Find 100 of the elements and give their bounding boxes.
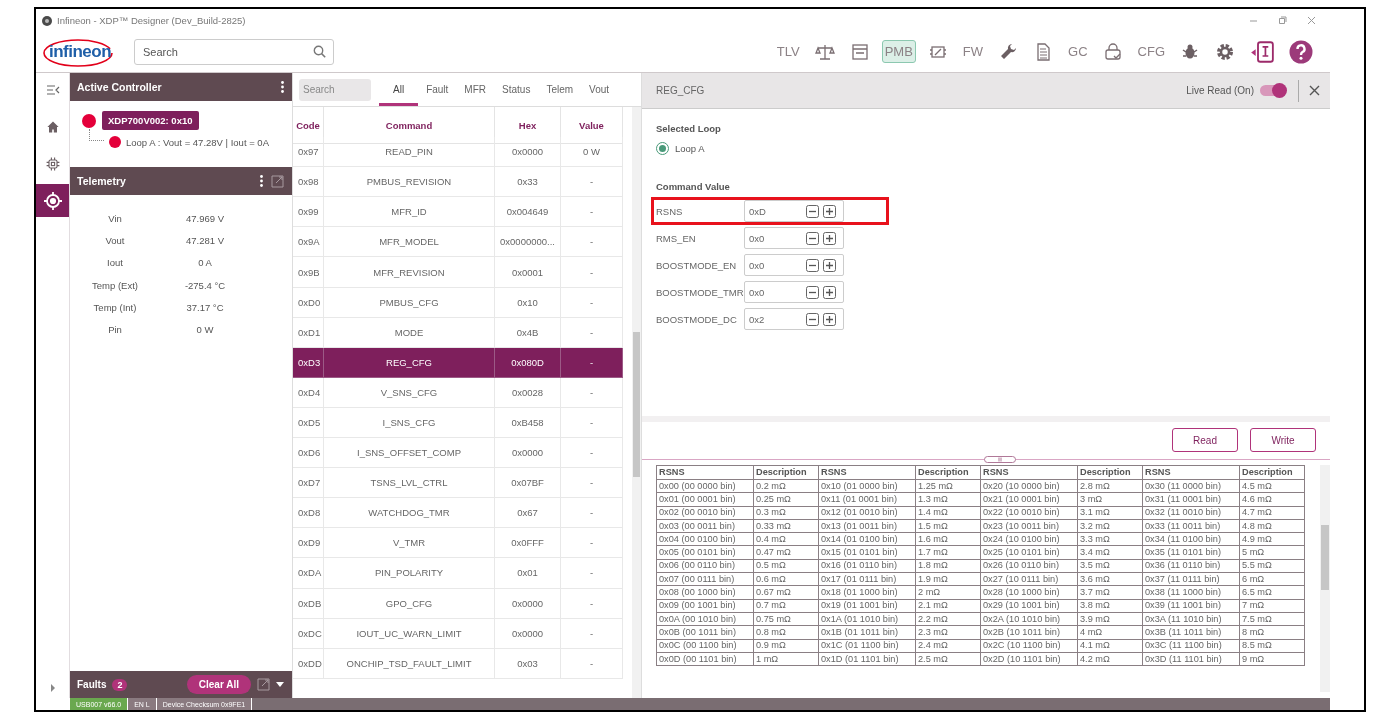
clear-all-button[interactable]: Clear All [186,675,251,694]
toolbar-tab[interactable]: FW [959,40,987,63]
caret-icon[interactable] [276,682,284,687]
table-cell[interactable]: 0xD3 [293,347,324,378]
minus-icon[interactable] [806,204,819,218]
table-cell[interactable]: - [561,167,623,198]
input-field[interactable]: 0x0 [744,254,844,276]
action-button[interactable]: Write [1250,428,1316,452]
table-cell[interactable]: - [561,347,623,378]
plus-icon[interactable] [823,285,836,299]
table-cell[interactable]: - [561,197,623,228]
table-cell[interactable]: 0xDD [293,648,324,679]
table-cell[interactable]: MFR_ID [324,197,495,228]
minus-icon[interactable] [806,312,819,326]
kebab-icon[interactable] [281,81,284,93]
table-cell[interactable]: 0xD1 [293,317,324,348]
minus-icon[interactable] [806,258,819,272]
table-cell[interactable]: 0x01 [495,558,561,589]
device-chip[interactable]: XDP700V002: 0x10 [102,111,199,130]
filter-tab[interactable]: All [379,73,419,106]
settings-icon[interactable] [1215,41,1235,62]
table-cell[interactable]: READ_PIN [324,137,495,168]
table-cell[interactable]: 0x07BF [495,468,561,499]
table-cell[interactable]: MODE [324,317,495,348]
table-cell[interactable]: 0x004649 [495,197,561,228]
input-field[interactable]: 0x0 [744,281,844,303]
info-icon[interactable] [1250,39,1274,64]
table-cell[interactable]: 0xD0 [293,287,324,318]
table-cell[interactable]: 0xD7 [293,468,324,499]
table-cell[interactable]: I_SNS_OFFSET_COMP [324,438,495,469]
table-cell[interactable]: - [561,227,623,258]
input-field[interactable]: 0x2 [744,308,844,330]
table-cell[interactable]: MFR_MODEL [324,227,495,258]
plus-icon[interactable] [823,204,836,218]
table-cell[interactable]: 0x0000 [495,618,561,649]
table-cell[interactable]: 0x0FFF [495,528,561,559]
filter-tab[interactable]: MFR [456,73,495,106]
column-header[interactable]: Hex [495,107,561,144]
table-cell[interactable]: V_TMR [324,528,495,559]
chip-icon[interactable] [44,155,61,172]
table-cell[interactable]: 0xB458 [495,407,561,439]
menu-icon[interactable] [45,84,60,96]
table-cell[interactable]: 0x10 [495,287,561,318]
table-cell[interactable]: - [561,618,623,649]
table-cell[interactable]: 0xDC [293,618,324,649]
table-cell[interactable]: ONCHIP_TSD_FAULT_LIMIT [324,648,495,679]
filter-tab[interactable]: Vout [581,73,618,106]
action-button[interactable]: Read [1172,428,1238,452]
close-icon[interactable] [1307,16,1316,25]
table-cell[interactable]: 0xD6 [293,438,324,469]
table-cell[interactable]: PIN_POLARITY [324,558,495,589]
table-cell[interactable]: 0xDB [293,588,324,619]
toolbar-tab[interactable]: TLV [773,40,803,63]
plus-icon[interactable] [823,258,836,272]
table-cell[interactable]: 0xD8 [293,498,324,529]
table-cell[interactable]: 0xD5 [293,407,324,439]
table-cell[interactable]: 0x0001 [495,257,561,288]
table-cell[interactable]: - [561,287,623,318]
table-cell[interactable]: 0x0000 [495,137,561,168]
table-cell[interactable]: PMBUS_CFG [324,287,495,318]
popout-icon[interactable] [271,174,284,188]
popout-icon[interactable] [257,678,270,691]
scrollbar[interactable] [1320,465,1330,692]
minus-icon[interactable] [806,285,819,299]
restore-icon[interactable] [1278,16,1287,25]
target-icon[interactable] [42,190,63,211]
table-cell[interactable]: 0x98 [293,167,324,198]
table-cell[interactable]: 0x03 [495,648,561,679]
table-cell[interactable]: - [561,438,623,469]
table-cell[interactable]: 0x99 [293,197,324,228]
table-cell[interactable]: - [561,498,623,529]
table-cell[interactable]: 0x97 [293,137,324,168]
search-field[interactable]: Search [134,38,334,65]
toolbar-tab[interactable]: CFG [1134,40,1168,63]
plus-icon[interactable] [823,312,836,326]
expand-icon[interactable] [49,684,56,692]
table-cell[interactable]: - [561,558,623,589]
board-icon[interactable] [849,41,870,62]
column-header[interactable]: Command [324,107,495,144]
table-cell[interactable]: 0x33 [495,167,561,198]
table-cell[interactable]: 0 W [561,137,623,168]
table-cell[interactable]: - [561,377,623,408]
table-cell[interactable]: - [561,317,623,348]
table-cell[interactable]: 0x4B [495,317,561,348]
plus-icon[interactable] [823,231,836,245]
table-cell[interactable]: IOUT_UC_WARN_LIMIT [324,618,495,649]
table-cell[interactable]: V_SNS_CFG [324,377,495,408]
filter-tab[interactable]: Telem [538,73,582,106]
help-icon[interactable] [1289,39,1313,64]
loop-label[interactable]: Loop A : Vout = 47.28V | Iout = 0A [126,136,269,148]
search-field[interactable]: Search [299,78,371,101]
input-field[interactable]: 0x0 [744,227,844,249]
table-cell[interactable]: 0xD4 [293,377,324,408]
table-cell[interactable]: - [561,528,623,559]
table-cell[interactable]: REG_CFG [324,347,495,378]
table-cell[interactable]: TSNS_LVL_CTRL [324,468,495,499]
column-header[interactable]: Code [293,107,324,144]
table-cell[interactable]: 0xD9 [293,528,324,559]
table-cell[interactable]: PMBUS_REVISION [324,167,495,198]
table-cell[interactable]: - [561,257,623,288]
